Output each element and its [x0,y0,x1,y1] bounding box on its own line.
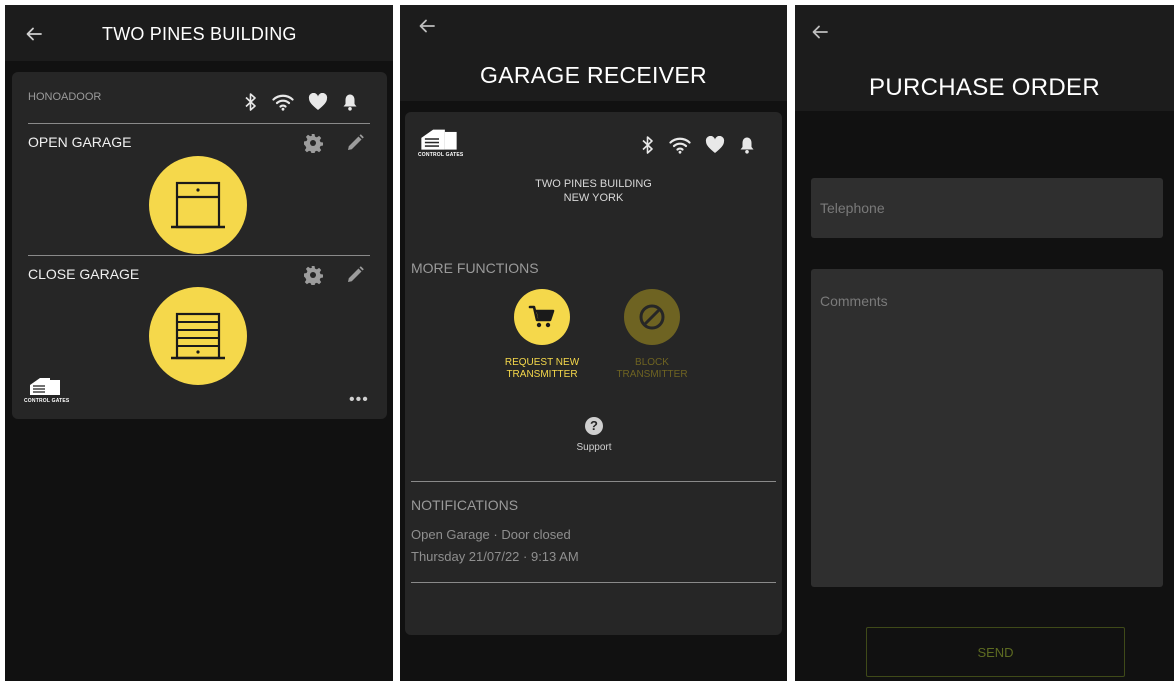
app-header: TWO PINES BUILDING [5,5,393,61]
block-transmitter-label: BLOCK TRANSMITTER [592,357,712,381]
more-functions-title: MORE FUNCTIONS [411,260,539,276]
request-transmitter-label: REQUEST NEW TRANSMITTER [482,357,602,381]
block-label-line-2: TRANSMITTER [616,369,688,380]
location-line-2: NEW YORK [563,192,624,204]
logo-text: CONTROL GATES [418,152,464,158]
help-icon[interactable]: ? [585,417,603,435]
bluetooth-icon [642,136,653,154]
gear-icon[interactable] [303,265,323,285]
back-arrow-icon[interactable] [24,24,44,44]
control-gates-logo [30,378,60,395]
bluetooth-icon [245,93,256,111]
comments-textarea[interactable] [811,269,1163,587]
back-arrow-icon[interactable] [810,22,830,42]
block-icon [639,304,665,330]
request-label-line-2: TRANSMITTER [506,369,578,380]
open-garage-tools [303,133,365,153]
location-line-1: TWO PINES BUILDING [535,178,652,190]
wifi-icon [669,137,691,154]
close-garage-button[interactable] [149,287,247,385]
request-label-line-1: REQUEST NEW [504,357,580,368]
garage-door-closed-icon [171,312,225,360]
status-icons [641,135,755,155]
heart-icon[interactable] [705,136,725,154]
heart-icon[interactable] [308,93,328,111]
notification-text: Open Garage · Door closed [411,527,571,542]
app-header: PURCHASE ORDER [795,5,1174,111]
bell-icon[interactable] [342,93,358,111]
gear-icon[interactable] [303,133,323,153]
page-title: TWO PINES BUILDING [102,24,297,44]
close-garage-tools [303,265,365,285]
notification-time: Thursday 21/07/22 · 9:13 AM [411,549,579,564]
block-transmitter-button[interactable] [624,289,680,345]
pencil-icon[interactable] [345,133,365,153]
cart-icon [528,305,555,328]
telephone-input[interactable] [811,178,1163,238]
status-icons [244,92,358,112]
logo-text: CONTROL GATES [24,398,70,404]
bell-icon[interactable] [739,136,755,154]
divider [411,582,776,583]
send-button[interactable]: SEND [866,627,1125,677]
page-title: GARAGE RECEIVER [480,62,707,88]
close-garage-label: CLOSE GARAGE [28,266,140,282]
garage-door-open-icon [171,181,225,229]
receiver-screen: GARAGE RECEIVER CONTROL GATES TWO PINES … [400,5,787,681]
receiver-card: CONTROL GATES TWO PINES BUILDING NEW YOR… [405,112,782,635]
support-label[interactable]: Support [554,442,634,453]
block-label-line-1: BLOCK [635,357,669,368]
open-garage-button[interactable] [149,156,247,254]
purchase-order-screen: PURCHASE ORDER SEND [795,5,1174,681]
notifications-title: NOTIFICATIONS [411,497,519,513]
building-screen: TWO PINES BUILDING HONOADOOR OPEN GARAGE… [5,5,393,681]
divider [411,481,776,482]
page-title: PURCHASE ORDER [869,74,1100,101]
back-arrow-icon[interactable] [417,16,437,36]
pencil-icon[interactable] [345,265,365,285]
divider [28,255,370,256]
control-gates-logo [421,129,457,150]
divider [28,123,370,124]
open-garage-label: OPEN GARAGE [28,134,132,150]
device-card: HONOADOOR OPEN GARAGE CLOSE GARAGE CONTR… [12,72,387,419]
more-options-button[interactable]: ••• [349,392,369,408]
device-name: HONOADOOR [28,91,102,103]
wifi-icon [272,94,294,111]
app-header: GARAGE RECEIVER [400,5,787,101]
request-transmitter-button[interactable] [514,289,570,345]
